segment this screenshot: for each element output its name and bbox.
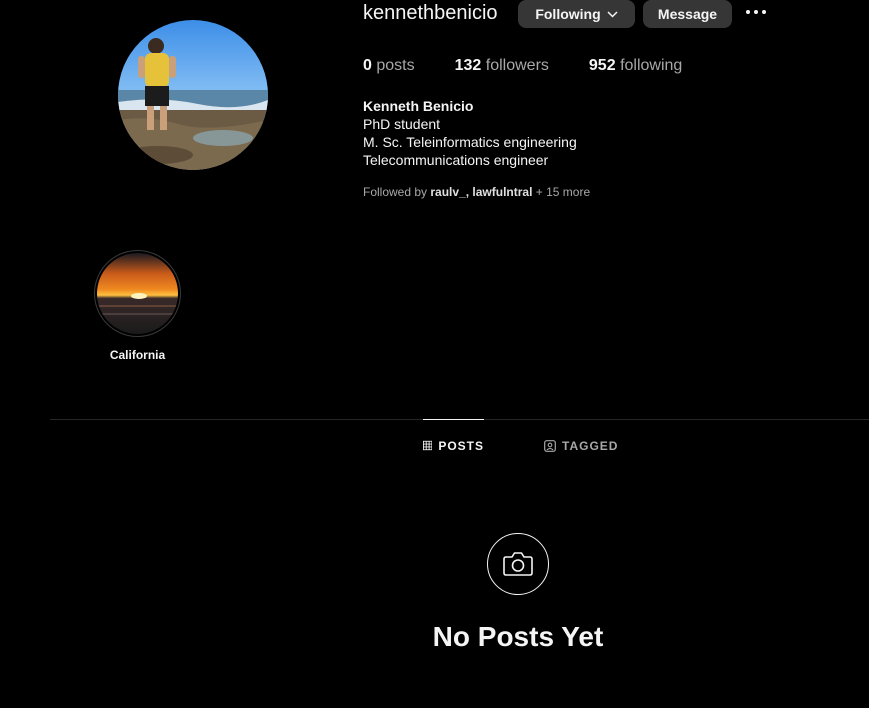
camera-icon <box>503 552 533 576</box>
bio-line: M. Sc. Teleinformatics engineering <box>363 134 577 150</box>
profile-bio: Kenneth Benicio PhD student M. Sc. Telei… <box>363 97 577 169</box>
empty-state-title: No Posts Yet <box>432 621 604 652</box>
highlight-cover <box>97 253 178 334</box>
profile-avatar[interactable] <box>118 20 268 170</box>
more-options-icon[interactable] <box>743 4 769 20</box>
following-button[interactable]: Following <box>518 0 635 28</box>
followed-by[interactable]: Followed by raulv_, lawfulntral + 15 mor… <box>363 185 590 199</box>
followed-by-more[interactable]: + 15 more <box>536 185 590 199</box>
message-button-label: Message <box>657 6 718 22</box>
tab-tagged[interactable]: TAGGED <box>544 420 618 472</box>
following-stat[interactable]: 952 following <box>589 57 682 75</box>
profile-stats: 0 posts 132 followers 952 following <box>363 57 722 75</box>
following-button-label: Following <box>535 6 601 22</box>
profile-username: kennethbenicio <box>363 2 498 24</box>
tab-posts-label: POSTS <box>438 438 484 453</box>
chevron-down-icon <box>607 10 618 18</box>
bio-line: PhD student <box>363 116 441 132</box>
tab-tagged-label: TAGGED <box>562 439 619 453</box>
empty-state-camera <box>487 533 549 595</box>
bio-line: Telecommunications engineer <box>363 152 549 168</box>
message-button[interactable]: Message <box>643 0 732 28</box>
tagged-icon <box>544 440 556 452</box>
profile-full-name: Kenneth Benicio <box>363 98 474 114</box>
followed-by-users[interactable]: raulv_, lawfulntral <box>430 185 532 199</box>
profile-page: kennethbenicio Following Message 0 posts… <box>0 0 869 708</box>
tab-posts[interactable]: POSTS <box>423 419 484 471</box>
posts-stat: 0 posts <box>363 57 415 74</box>
followers-stat[interactable]: 132 followers <box>455 57 549 75</box>
highlight-label: California <box>109 348 166 362</box>
highlight-ring <box>94 250 181 337</box>
story-highlight[interactable]: California <box>94 250 181 362</box>
grid-icon <box>423 440 433 451</box>
